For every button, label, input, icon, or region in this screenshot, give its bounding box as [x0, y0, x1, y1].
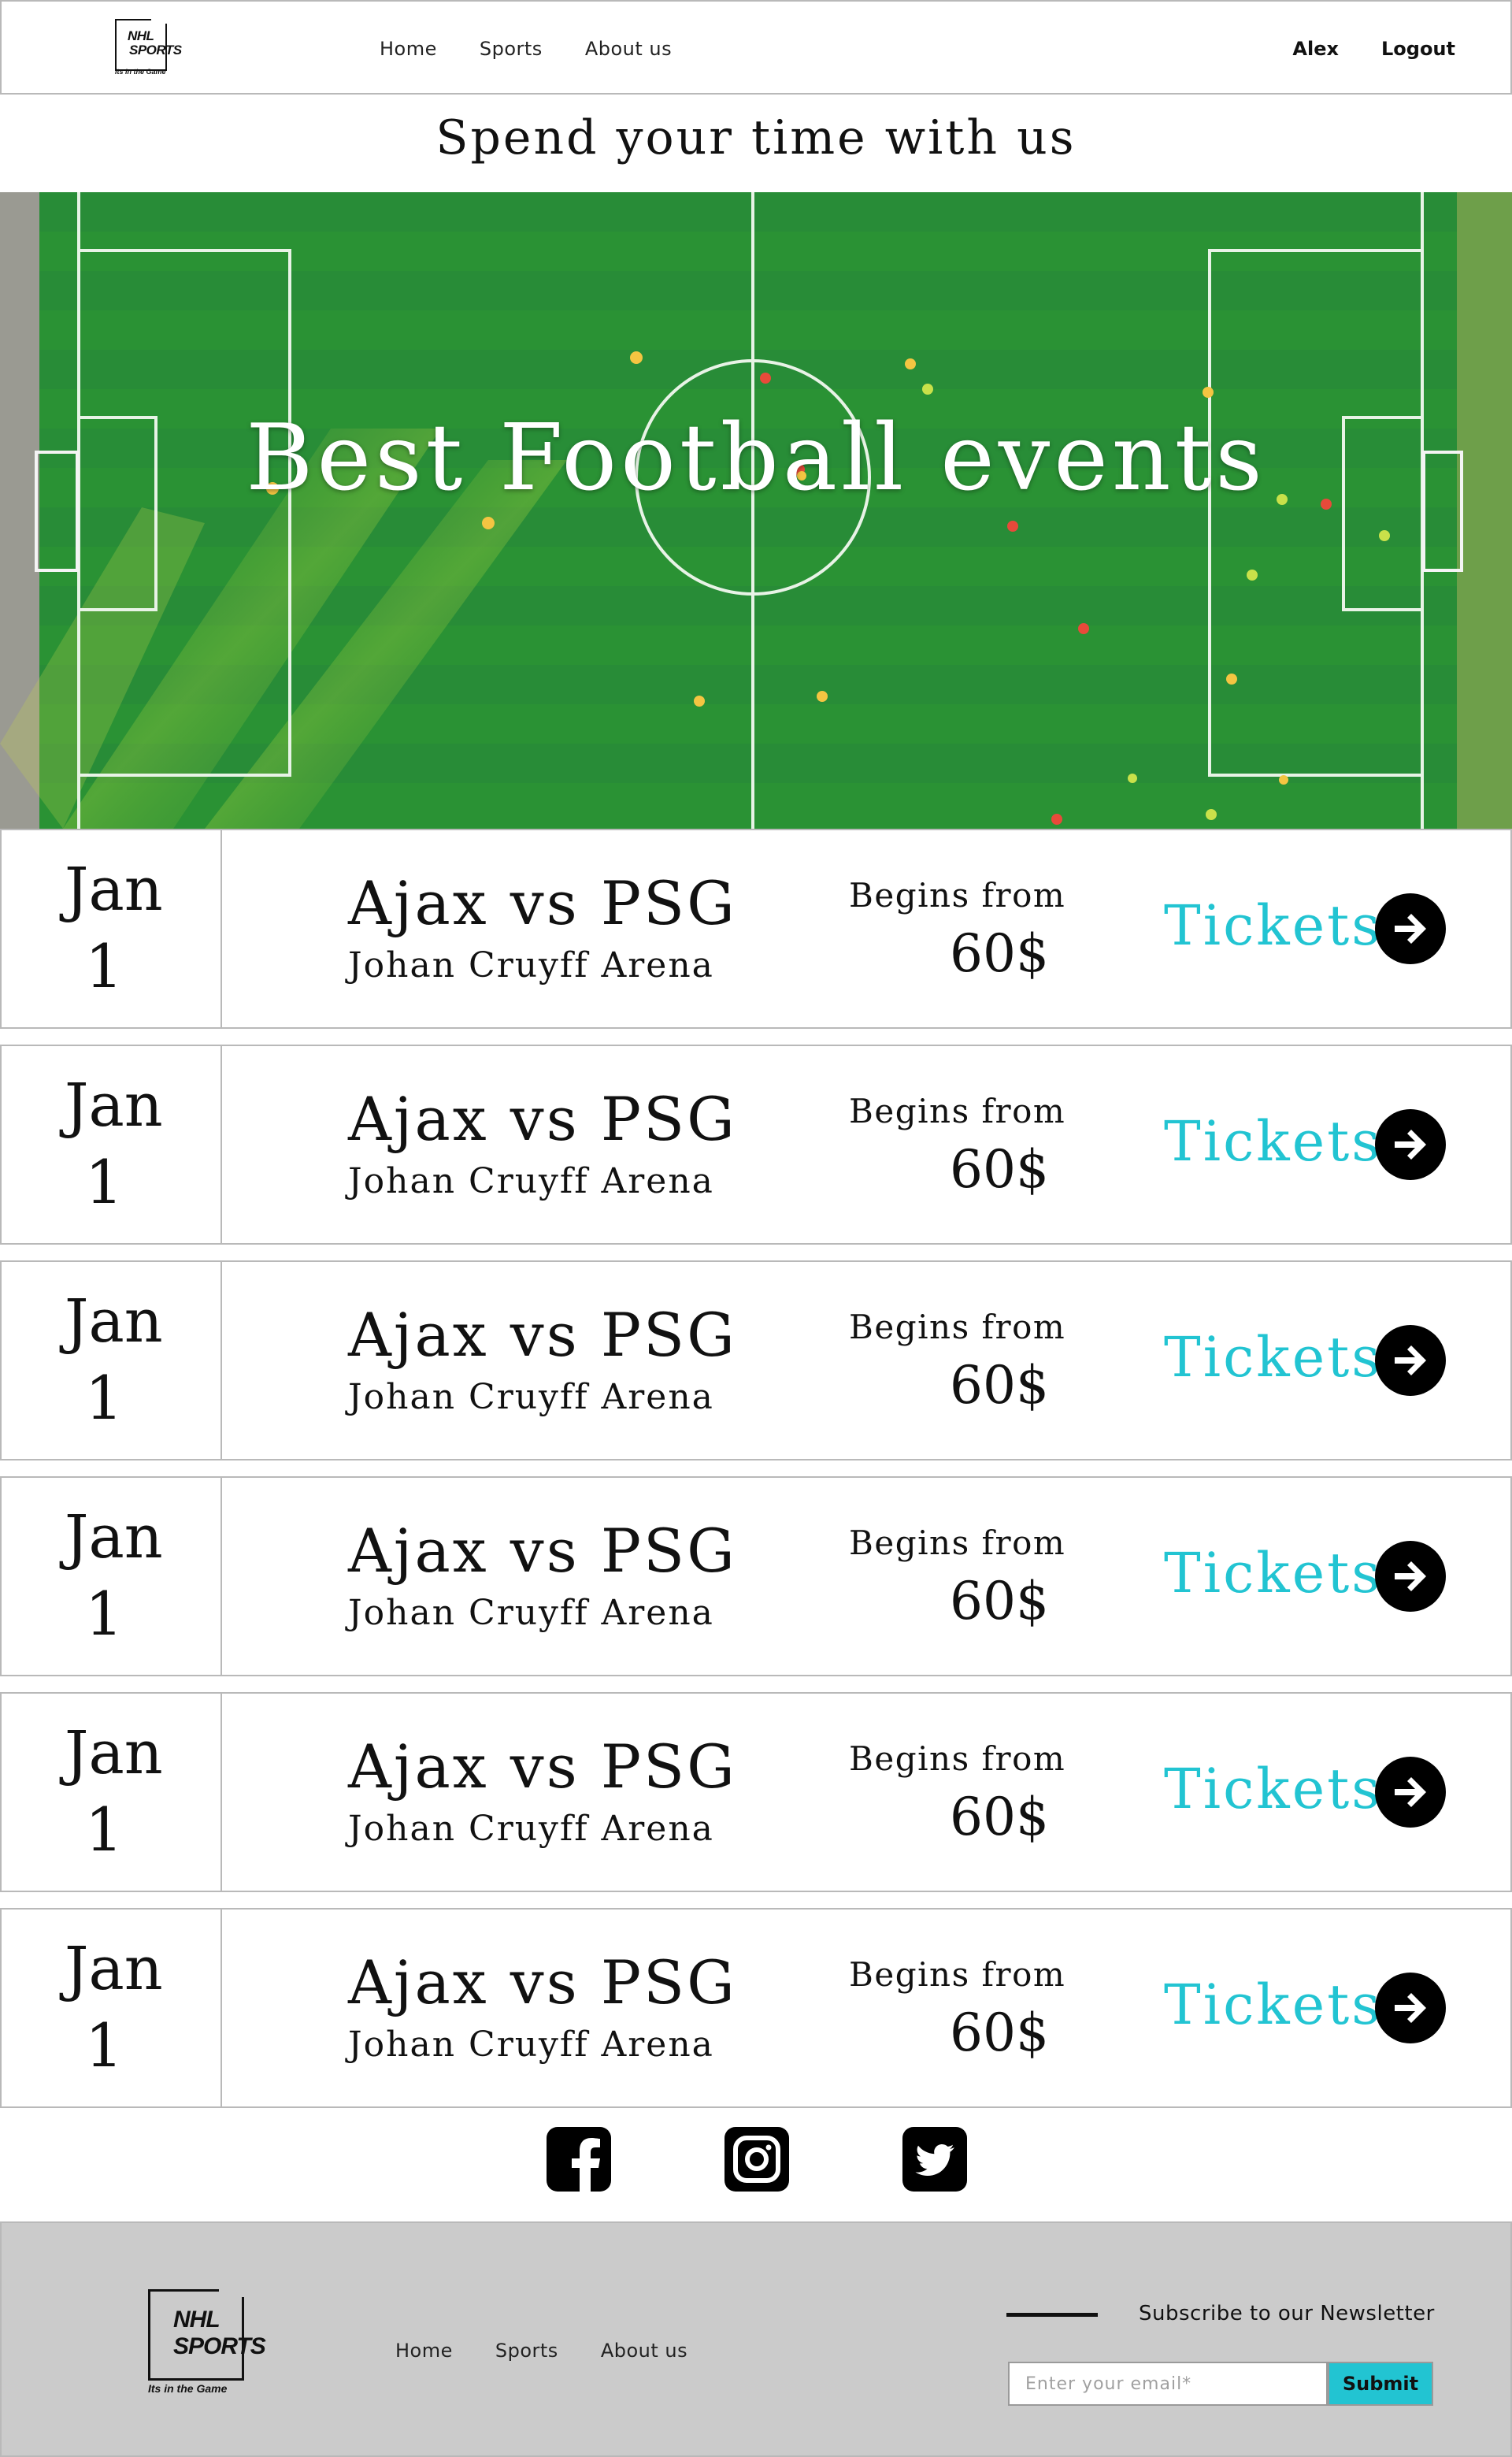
event-day: 1 [85, 1147, 124, 1217]
tickets-link[interactable]: Tickets [1164, 1973, 1382, 2037]
newsletter-divider [1006, 2313, 1098, 2317]
event-month: Jan [65, 1717, 163, 1787]
event-card: Jan 1 Ajax vs PSG Johan Cruyff Arena Beg… [0, 1692, 1512, 1892]
footer-nav-home-link[interactable]: Home [395, 2340, 453, 2362]
user-name[interactable]: Alex [1292, 38, 1339, 60]
event-date: Jan 1 [2, 1694, 222, 1891]
newsletter-submit-button[interactable]: Submit [1328, 2362, 1433, 2406]
event-day: 1 [85, 931, 124, 1001]
footer-logo-slogan: Its in the Game [148, 2382, 228, 2395]
footer-logo-line2: SPORTS [173, 2333, 266, 2359]
event-price-label: Begins from [849, 876, 1066, 915]
footer-logo-line1: NHL [173, 2307, 220, 2333]
site-header: NHL SPORTS Its in the Game Home Sports A… [0, 0, 1512, 95]
event-day: 1 [85, 1795, 124, 1865]
event-day: 1 [85, 1363, 124, 1433]
event-match: Ajax vs PSG [348, 1731, 737, 1802]
event-match: Ajax vs PSG [348, 868, 737, 938]
user-menu: Alex Logout [1292, 38, 1455, 60]
footer-logo[interactable]: NHL SPORTS Its in the Game [146, 2288, 296, 2398]
event-match: Ajax vs PSG [348, 1300, 737, 1370]
event-venue: Johan Cruyff Arena [348, 1809, 714, 1849]
tickets-link[interactable]: Tickets [1164, 893, 1382, 958]
newsletter-email-input[interactable] [1008, 2362, 1328, 2406]
event-price: 60$ [950, 1355, 1049, 1416]
event-price-label: Begins from [849, 1739, 1066, 1778]
event-date: Jan 1 [2, 1262, 222, 1459]
event-month: Jan [65, 1933, 163, 2003]
arrow-right-icon[interactable] [1375, 1325, 1446, 1396]
nav-home-link[interactable]: Home [380, 38, 437, 60]
event-price-label: Begins from [849, 1524, 1066, 1562]
logo-slogan: Its in the Game [115, 68, 166, 76]
arrow-right-icon[interactable] [1375, 1541, 1446, 1612]
nav-sports-link[interactable]: Sports [480, 38, 543, 60]
arrow-right-icon[interactable] [1375, 1109, 1446, 1180]
event-match: Ajax vs PSG [348, 1947, 737, 2017]
event-venue: Johan Cruyff Arena [348, 1161, 714, 1201]
event-match: Ajax vs PSG [348, 1084, 737, 1154]
tickets-link[interactable]: Tickets [1164, 1541, 1382, 1605]
event-match: Ajax vs PSG [348, 1516, 737, 1586]
arrow-right-icon[interactable] [1375, 1757, 1446, 1828]
footer-nav-sports-link[interactable]: Sports [495, 2340, 558, 2362]
main-nav: Home Sports About us [380, 38, 672, 60]
event-price-label: Begins from [849, 1955, 1066, 1994]
event-price: 60$ [950, 1787, 1049, 1847]
event-month: Jan [65, 1070, 163, 1140]
event-venue: Johan Cruyff Arena [348, 2025, 714, 2065]
page-tagline: Spend your time with us [435, 110, 1077, 165]
event-date: Jan 1 [2, 1478, 222, 1675]
instagram-icon[interactable] [724, 2127, 789, 2192]
event-date: Jan 1 [2, 1046, 222, 1243]
event-card: Jan 1 Ajax vs PSG Johan Cruyff Arena Beg… [0, 829, 1512, 1029]
event-venue: Johan Cruyff Arena [348, 1377, 714, 1417]
hero-banner: Best Football events [0, 192, 1512, 829]
event-price-label: Begins from [849, 1308, 1066, 1346]
event-month: Jan [65, 854, 163, 924]
event-price: 60$ [950, 1571, 1049, 1631]
event-card: Jan 1 Ajax vs PSG Johan Cruyff Arena Beg… [0, 1908, 1512, 2108]
event-venue: Johan Cruyff Arena [348, 1593, 714, 1633]
event-day: 1 [85, 2010, 124, 2080]
event-price-label: Begins from [849, 1092, 1066, 1130]
logout-link[interactable]: Logout [1381, 38, 1455, 60]
event-price: 60$ [950, 923, 1049, 984]
event-card: Jan 1 Ajax vs PSG Johan Cruyff Arena Beg… [0, 1045, 1512, 1245]
event-day: 1 [85, 1579, 124, 1649]
facebook-icon[interactable] [547, 2127, 611, 2192]
event-date: Jan 1 [2, 830, 222, 1027]
hero-title: Best Football events [246, 405, 1266, 511]
event-price: 60$ [950, 2002, 1049, 2063]
event-date: Jan 1 [2, 1910, 222, 2106]
event-month: Jan [65, 1286, 163, 1356]
event-card: Jan 1 Ajax vs PSG Johan Cruyff Arena Beg… [0, 1260, 1512, 1460]
social-links [0, 2127, 1512, 2192]
event-month: Jan [65, 1501, 163, 1572]
tickets-link[interactable]: Tickets [1164, 1757, 1382, 1821]
footer-nav-about-link[interactable]: About us [601, 2340, 687, 2362]
twitter-icon[interactable] [902, 2127, 967, 2192]
newsletter-title: Subscribe to our Newsletter [1139, 2302, 1435, 2325]
tickets-link[interactable]: Tickets [1164, 1325, 1382, 1390]
event-price: 60$ [950, 1139, 1049, 1200]
arrow-right-icon[interactable] [1375, 893, 1446, 964]
footer-nav: Home Sports About us [395, 2340, 687, 2362]
site-footer: NHL SPORTS Its in the Game Home Sports A… [0, 2221, 1512, 2457]
event-card: Jan 1 Ajax vs PSG Johan Cruyff Arena Beg… [0, 1476, 1512, 1676]
arrow-right-icon[interactable] [1375, 1973, 1446, 2043]
events-list: Jan 1 Ajax vs PSG Johan Cruyff Arena Beg… [0, 829, 1512, 2124]
logo-line1: NHL [128, 28, 154, 43]
logo-line2: SPORTS [129, 43, 182, 58]
tickets-link[interactable]: Tickets [1164, 1109, 1382, 1174]
nav-about-link[interactable]: About us [585, 38, 672, 60]
site-logo[interactable]: NHL SPORTS Its in the Game [112, 17, 191, 77]
event-venue: Johan Cruyff Arena [348, 945, 714, 985]
